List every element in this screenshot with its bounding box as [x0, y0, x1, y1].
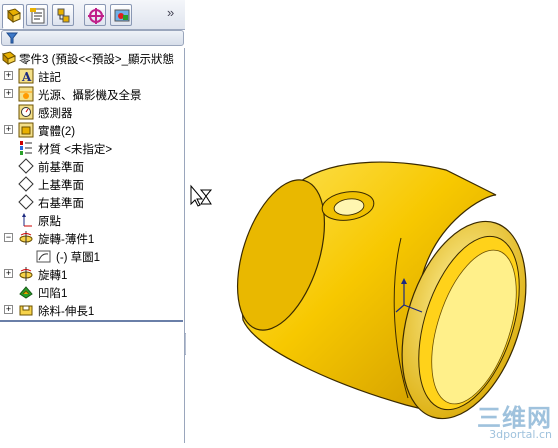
expand-toggle[interactable]: − — [4, 233, 13, 242]
tree-end-divider — [0, 320, 183, 322]
revolve-icon — [18, 230, 34, 246]
tree-item-label: 旋轉1 — [38, 270, 68, 282]
dimxpert-tab[interactable] — [84, 4, 106, 26]
origin-icon — [18, 212, 34, 228]
tree-item[interactable]: + 旋轉1 — [0, 265, 185, 283]
tree-item[interactable]: 右基準面 — [0, 193, 185, 211]
watermark-logo: 三维网 — [477, 404, 552, 432]
expand-toggle[interactable]: + — [4, 89, 13, 98]
tree-root-label: 零件3 (預設<<預設>_顯示狀態 — [19, 54, 174, 66]
tree-item-label: 實體(2) — [38, 126, 76, 138]
tree-item[interactable]: 前基準面 — [0, 157, 185, 175]
tree-item-label: 材質 <未指定> — [38, 144, 113, 156]
tree-item-label: 註記 — [38, 72, 61, 84]
filter-funnel-icon — [6, 32, 18, 44]
revolve-icon — [18, 266, 34, 282]
sketch-icon — [36, 248, 52, 264]
busy-cursor-icon — [190, 184, 213, 207]
solid-bodies-icon — [18, 122, 34, 138]
watermark-url: 3dportal.cn — [489, 428, 552, 441]
tree-item[interactable]: + 實體(2) — [0, 121, 185, 139]
filter-bar — [0, 30, 185, 48]
tree-item-label: 前基準面 — [38, 162, 84, 174]
tree-item[interactable]: (-) 草圖1 — [0, 247, 185, 265]
plane-icon — [18, 194, 34, 210]
tree-item-label: 右基準面 — [38, 198, 84, 210]
tree-item-label: 上基準面 — [38, 180, 84, 192]
tree-item-label: (-) 草圖1 — [56, 252, 101, 264]
tree-item-label: 旋轉-薄件1 — [38, 234, 95, 246]
part-3d-model — [190, 161, 527, 420]
part-root-icon — [1, 50, 17, 66]
annotation-icon: A — [18, 68, 34, 84]
configuration-icon — [57, 8, 70, 23]
propertymanager-tab[interactable] — [26, 4, 48, 26]
svg-text:A: A — [21, 70, 32, 84]
display-manager-tab[interactable] — [110, 4, 132, 26]
tree-item-label: 原點 — [38, 216, 61, 228]
dimxpert-icon — [88, 8, 104, 24]
feature-manager-panel: » 零件3 (預設<<預設>_顯示狀態 + A 註記 + 光源、攝影機及全景 感測器 + 實體(… — [0, 0, 185, 443]
tree-item[interactable]: + 光源、攝影機及全景 — [0, 85, 185, 103]
plane-icon — [18, 176, 34, 192]
expand-toggle[interactable]: + — [4, 269, 13, 278]
tree-item-label: 光源、攝影機及全景 — [38, 90, 142, 102]
expand-toggle[interactable]: + — [4, 125, 13, 134]
tree-item[interactable]: 材質 <未指定> — [0, 139, 185, 157]
display-icon — [114, 9, 130, 22]
configurationmanager-tab[interactable] — [52, 4, 74, 26]
graphics-viewport[interactable]: 三维网 3dportal.cn — [186, 0, 558, 443]
property-icon — [30, 8, 45, 24]
lights-icon — [18, 86, 34, 102]
tree-item[interactable]: 感測器 — [0, 103, 185, 121]
tree-item-label: 凹陷1 — [38, 288, 68, 300]
tree-item-label: 感測器 — [38, 108, 73, 120]
tree-item[interactable]: 原點 — [0, 211, 185, 229]
tree-item[interactable]: 凹陷1 — [0, 283, 185, 301]
filter-input[interactable] — [1, 30, 184, 46]
expand-toggle[interactable]: + — [4, 71, 13, 80]
tree-item[interactable]: 上基準面 — [0, 175, 185, 193]
cut-extrude-icon — [18, 302, 34, 318]
tree-item[interactable]: + 除料-伸長1 — [0, 301, 185, 319]
sensor-icon — [18, 104, 34, 120]
expand-toggle[interactable]: + — [4, 305, 13, 314]
watermark: 三维网 3dportal.cn — [477, 406, 552, 441]
more-tabs-button[interactable]: » — [167, 5, 174, 20]
tree-item[interactable]: − 旋轉-薄件1 — [0, 229, 185, 247]
tree-item[interactable]: + A 註記 — [0, 67, 185, 85]
manager-tab-bar: » — [0, 0, 185, 30]
feature-tree-icon — [7, 8, 21, 24]
featuremanager-tab[interactable] — [2, 4, 24, 29]
material-icon — [18, 140, 34, 156]
indent-icon — [18, 284, 34, 300]
plane-icon — [18, 158, 34, 174]
tree-item-label: 除料-伸長1 — [38, 306, 95, 318]
tree-root-part[interactable]: 零件3 (預設<<預設>_顯示狀態 — [0, 49, 185, 67]
